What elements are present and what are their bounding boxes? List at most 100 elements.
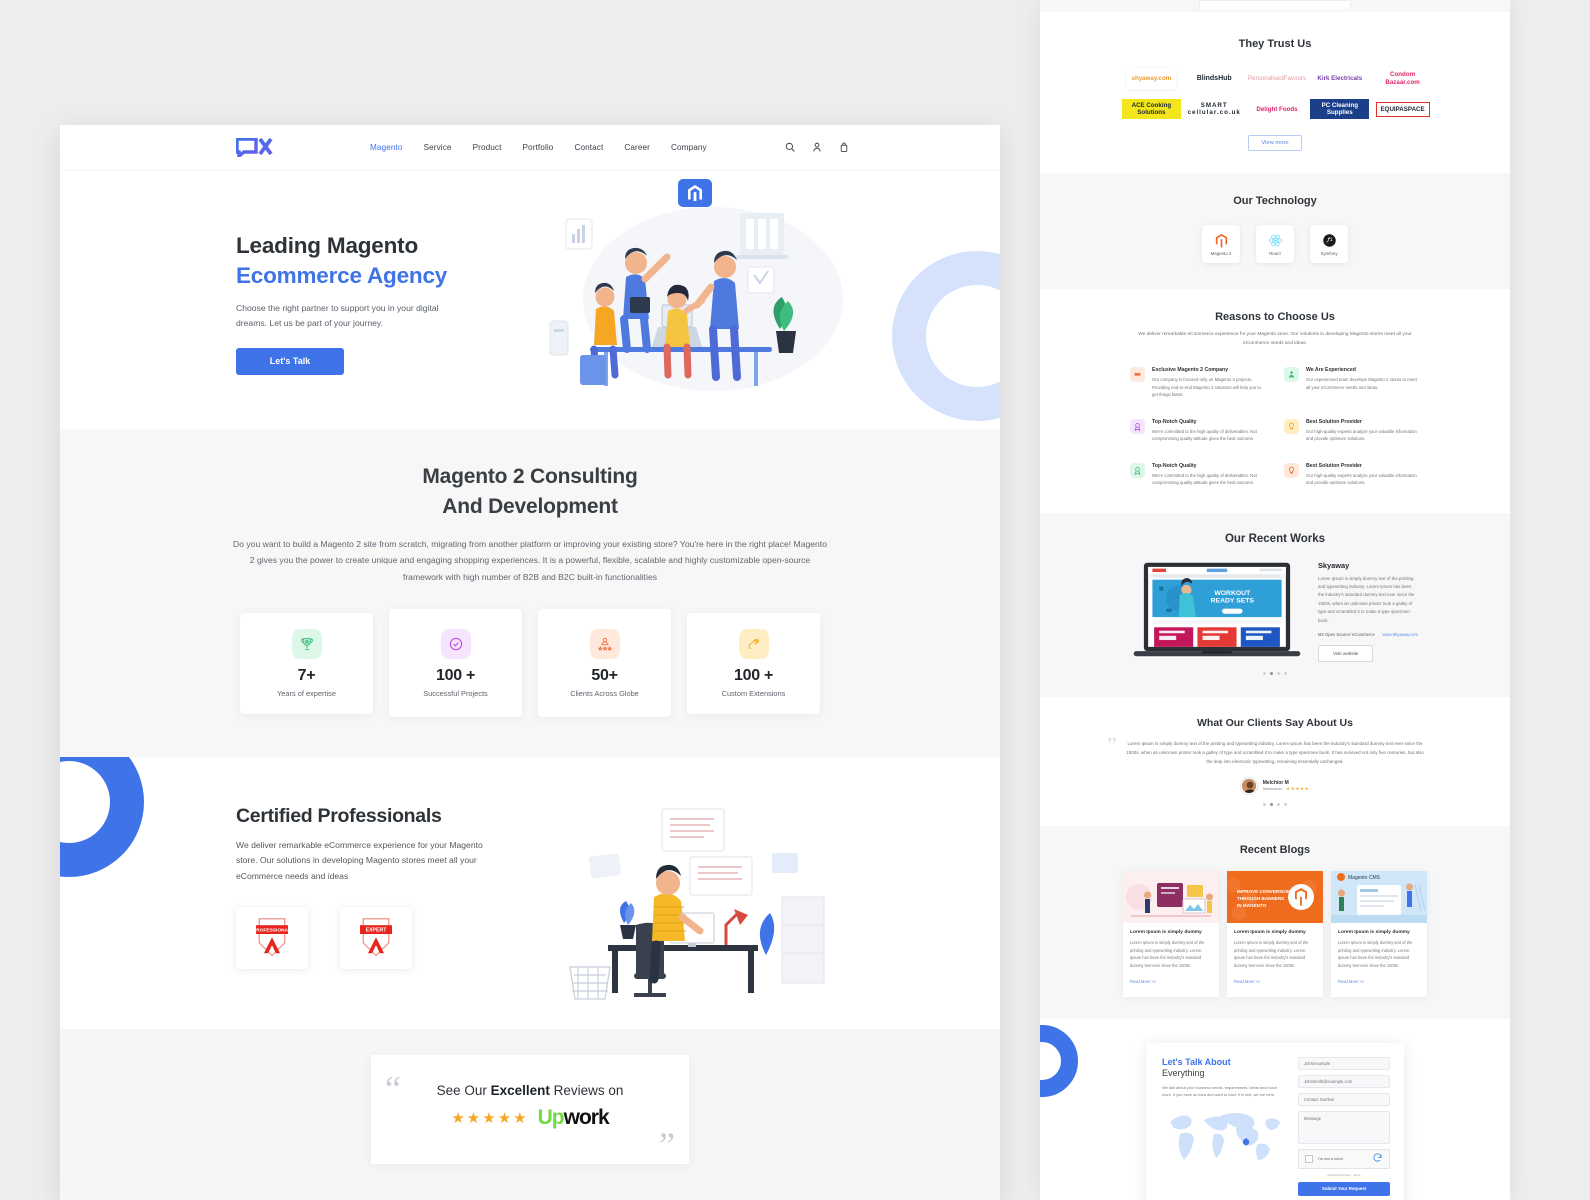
screenshot-stage: Magento Service Product Portfolio Contac… bbox=[0, 0, 1590, 1200]
testimonial-stars: ★★★★★ bbox=[1286, 786, 1310, 792]
nav-item-company[interactable]: Company bbox=[671, 143, 707, 152]
blog-card[interactable]: Magento CMS Lorem Ipsum is simply dummy … bbox=[1331, 871, 1427, 997]
tech-label: Symfony bbox=[1320, 250, 1338, 256]
blog-read-more-link[interactable]: Read More >> bbox=[1338, 979, 1364, 984]
consulting-title: Magento 2 Consulting And Development bbox=[60, 462, 1000, 522]
hero-content: Leading Magento Ecommerce Agency Choose … bbox=[60, 169, 1000, 375]
blog-thumbnail bbox=[1123, 871, 1219, 924]
logo[interactable] bbox=[236, 137, 282, 157]
search-icon[interactable] bbox=[785, 142, 795, 152]
certified-section: Certified Professionals We deliver remar… bbox=[60, 757, 1000, 1030]
message-field[interactable] bbox=[1298, 1110, 1390, 1144]
recaptcha-widget[interactable]: I'm not a robot bbox=[1298, 1148, 1390, 1169]
testimonial-quote: Lorem Ipsum is simply dummy text of the … bbox=[1126, 740, 1424, 765]
hero-title: Leading Magento Ecommerce Agency bbox=[236, 231, 1000, 291]
magento-icon bbox=[1215, 233, 1227, 248]
carousel-dot[interactable] bbox=[1263, 803, 1266, 807]
upwork-review-card: “ ” See Our Excellent Reviews on ★★★★★ U… bbox=[371, 1055, 689, 1165]
carousel-dot[interactable] bbox=[1263, 671, 1266, 675]
reason-title: We Are Experienced bbox=[1306, 367, 1356, 374]
blog-title: Lorem Ipsum is simply dummy bbox=[1338, 930, 1410, 936]
contact-title-blue: Let's Talk About bbox=[1162, 1056, 1231, 1067]
reasons-section: Reasons to Choose Us We deliver remarkab… bbox=[1040, 289, 1510, 513]
nav-item-magento[interactable]: Magento bbox=[370, 143, 403, 152]
user-icon[interactable] bbox=[812, 142, 822, 152]
works-carousel-dots[interactable] bbox=[1040, 671, 1510, 675]
project-tag: M2 Open Source/ eCommerce bbox=[1318, 631, 1375, 637]
tech-card-symfony[interactable]: Symfony bbox=[1310, 225, 1348, 264]
hero-section: Leading Magento Ecommerce Agency Choose … bbox=[60, 169, 1000, 429]
recaptcha-checkbox[interactable] bbox=[1305, 1154, 1313, 1163]
project-meta: M2 Open Source/ eCommerce www.Skyaway.co… bbox=[1318, 632, 1418, 637]
name-field[interactable] bbox=[1298, 1056, 1390, 1070]
lets-talk-button[interactable]: Let's Talk bbox=[236, 347, 344, 375]
blog-card[interactable]: IMPROVE CONVERSIONS THROUGH BANNERS IN M… bbox=[1227, 871, 1323, 997]
stat-label: Clients Across Globe bbox=[570, 688, 639, 698]
project-url[interactable]: www.Skyaway.com bbox=[1382, 632, 1418, 637]
testimonial-carousel-dots[interactable] bbox=[1040, 803, 1510, 807]
carousel-dot-active[interactable] bbox=[1270, 671, 1273, 675]
carousel-dot[interactable] bbox=[1277, 803, 1280, 807]
review-headline: See Our Excellent Reviews on bbox=[371, 1083, 689, 1098]
check-icon bbox=[440, 628, 471, 659]
blog-card[interactable]: Lorem Ipsum is simply dummy Lorem Ipsum … bbox=[1123, 871, 1219, 997]
review-bold: Excellent bbox=[490, 1083, 550, 1099]
page-top-spacer bbox=[1040, 0, 1510, 12]
reasons-subtitle: We deliver remarkable eCommerce experien… bbox=[1138, 332, 1412, 347]
visit-website-button[interactable]: Visit website bbox=[1318, 644, 1374, 662]
reason-text: Our experienced team develops Magento 2 … bbox=[1306, 377, 1417, 390]
nav-item-product[interactable]: Product bbox=[473, 143, 502, 152]
tech-card-react[interactable]: React bbox=[1256, 225, 1294, 264]
nav-item-service[interactable]: Service bbox=[424, 143, 452, 152]
tech-card-magento[interactable]: Magento 2 bbox=[1202, 225, 1240, 264]
email-field[interactable] bbox=[1298, 1074, 1390, 1088]
review-rating-row: ★★★★★ Upwork bbox=[371, 1106, 689, 1130]
technology-title: Our Technology bbox=[1233, 195, 1317, 208]
view-more-button[interactable]: View more bbox=[1248, 135, 1302, 152]
carousel-dot-active[interactable] bbox=[1270, 803, 1273, 807]
blog-read-more-link[interactable]: Read More >> bbox=[1130, 979, 1156, 984]
blogs-title: Recent Blogs bbox=[1239, 844, 1311, 857]
handshake-icon bbox=[1130, 367, 1145, 383]
badge-card: PROFESSIONAL bbox=[236, 907, 308, 970]
bulb-icon bbox=[1284, 418, 1299, 434]
carousel-dot[interactable] bbox=[1284, 671, 1287, 675]
carousel-dot[interactable] bbox=[1277, 671, 1280, 675]
blog-row: Lorem Ipsum is simply dummy Lorem Ipsum … bbox=[1040, 871, 1510, 997]
blogs-section: Recent Blogs Lorem Ipsum is simply dummy… bbox=[1040, 826, 1510, 1019]
review-prefix: See Our bbox=[436, 1083, 491, 1099]
adobe-icon: PROFESSIONAL bbox=[253, 918, 291, 957]
svg-text:IN MAGENTO: IN MAGENTO bbox=[1237, 903, 1267, 908]
nav-item-portfolio[interactable]: Portfolio bbox=[523, 143, 554, 152]
project-description: Lorem Ipsum is simply dummy text of the … bbox=[1318, 575, 1415, 623]
client-logo: Kirk Electricals bbox=[1317, 75, 1363, 82]
stat-card: 7+ Years of expertise bbox=[240, 613, 373, 715]
carousel-dot[interactable] bbox=[1284, 803, 1287, 807]
badge-label: EXPERT bbox=[366, 928, 388, 934]
nav-item-career[interactable]: Career bbox=[624, 143, 650, 152]
client-logo: Condom Bazaar.com bbox=[1385, 71, 1420, 86]
recaptcha-logo bbox=[1372, 1150, 1383, 1168]
phone-field[interactable] bbox=[1298, 1092, 1390, 1106]
consulting-title-line2: And Development bbox=[442, 495, 618, 519]
hero-title-line2: Ecommerce Agency bbox=[236, 262, 448, 288]
certified-paragraph: We deliver remarkable eCommerce experien… bbox=[236, 840, 483, 881]
blog-body: Lorem Ipsum is simply dummy Lorem Ipsum … bbox=[1227, 923, 1323, 996]
avatar bbox=[1240, 778, 1257, 795]
world-map bbox=[1170, 1113, 1280, 1161]
bag-icon[interactable] bbox=[839, 142, 849, 152]
quote-close-icon: ” bbox=[659, 1124, 675, 1165]
nav-item-contact[interactable]: Contact bbox=[574, 143, 603, 152]
consulting-paragraph: Do you want to build a Magento 2 site fr… bbox=[233, 539, 827, 582]
stat-number: 50+ bbox=[591, 666, 618, 684]
medal-icon bbox=[1130, 418, 1145, 434]
partial-card-top bbox=[1199, 0, 1351, 9]
stats-row: 7+ Years of expertise 100 + Successful P… bbox=[60, 609, 1000, 718]
recent-works-section: Our Recent Works WORKOUT READY SETS Skya… bbox=[1040, 512, 1510, 697]
testimonials-section: What Our Clients Say About Us ” Lorem Ip… bbox=[1040, 696, 1510, 827]
submit-request-button[interactable]: Submit Your Request bbox=[1298, 1181, 1390, 1196]
blog-thumbnail: IMPROVE CONVERSIONS THROUGH BANNERS IN M… bbox=[1227, 871, 1323, 924]
stat-number: 100 + bbox=[436, 666, 475, 684]
client-logo: ACE Cooking Solutions bbox=[1122, 99, 1181, 120]
blog-read-more-link[interactable]: Read More >> bbox=[1234, 979, 1260, 984]
